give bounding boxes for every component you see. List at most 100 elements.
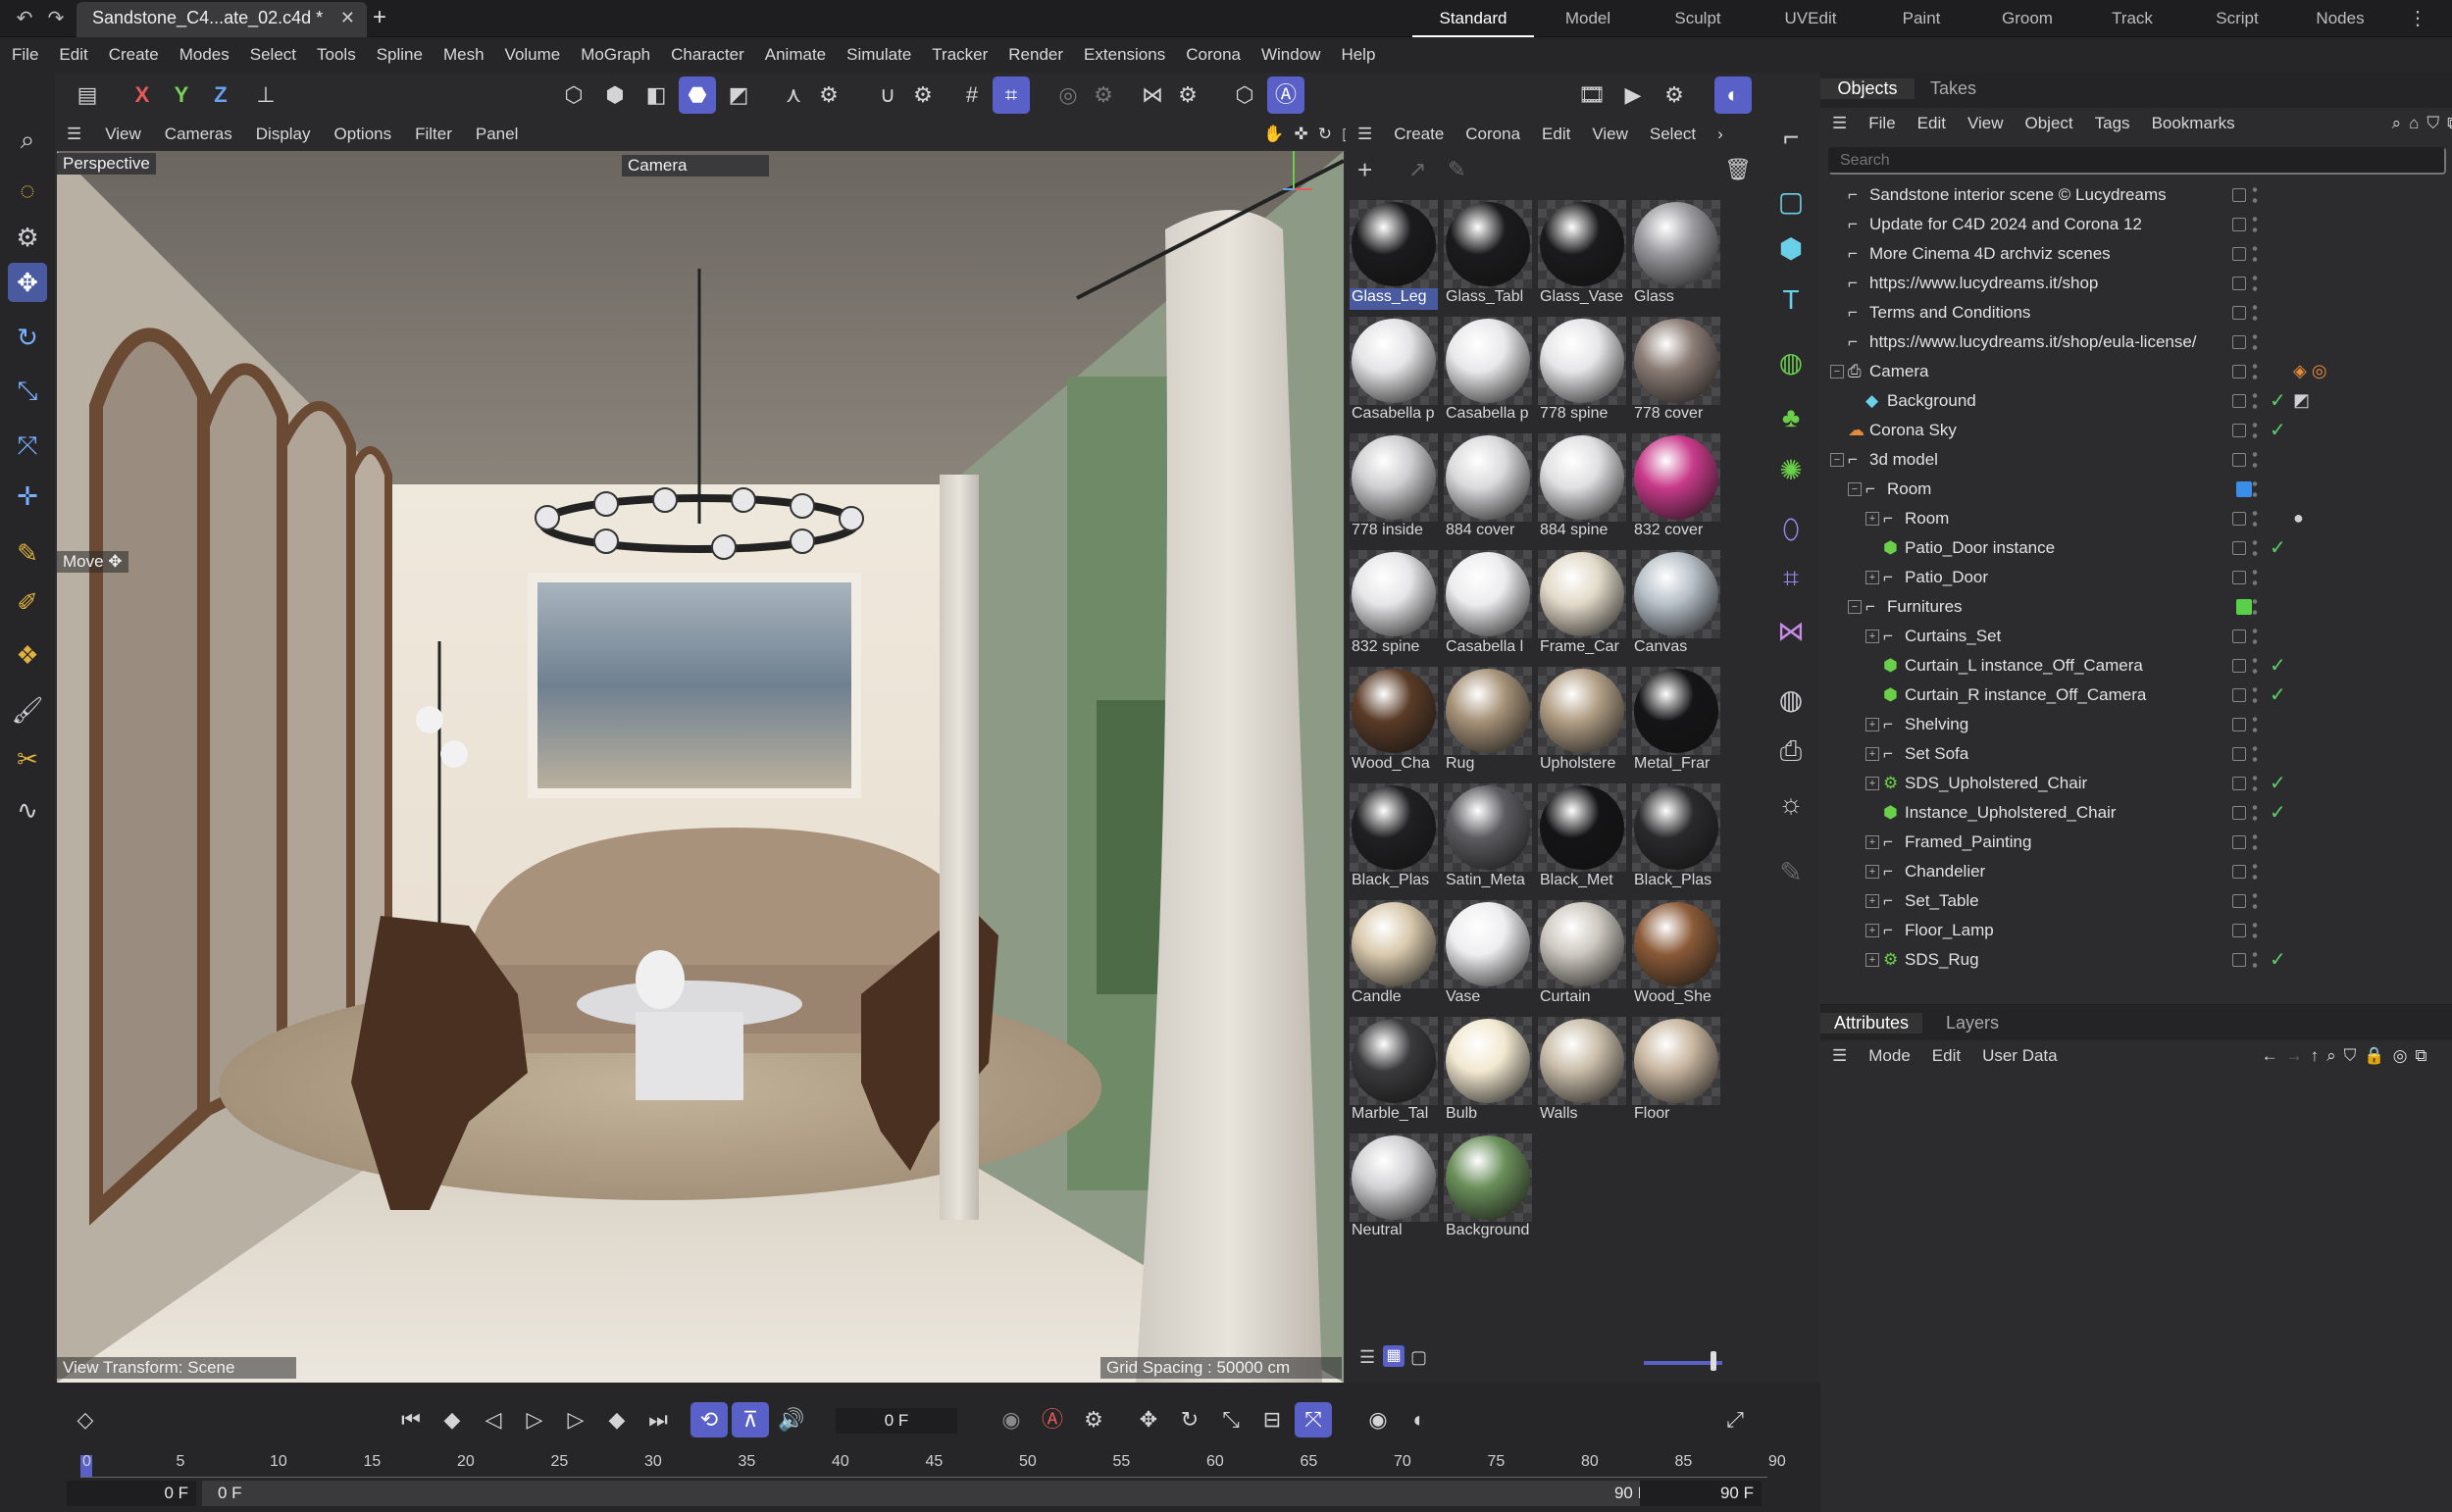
search-icon[interactable]: ⌕ [2326, 1046, 2336, 1066]
coordinate-system-icon[interactable]: ▤ [69, 76, 106, 114]
edit-visibility-checkbox[interactable] [2232, 777, 2246, 790]
material-menu-view[interactable]: View [1592, 125, 1628, 144]
lock-icon[interactable]: 🔒 [2364, 1046, 2384, 1066]
forward-icon[interactable]: → [2286, 1046, 2303, 1066]
material-tag-icon[interactable]: ● [2293, 508, 2304, 529]
menu-simulate[interactable]: Simulate [846, 45, 911, 65]
material-swatch[interactable]: Casabella p [1350, 317, 1438, 427]
menu-window[interactable]: Window [1261, 45, 1320, 65]
pan-icon[interactable]: ✋ [1263, 125, 1284, 144]
visibility-dots[interactable] [2252, 596, 2258, 618]
edit-visibility-checkbox[interactable] [2232, 953, 2246, 967]
material-swatch[interactable]: 884 spine [1538, 433, 1626, 543]
tab-objects[interactable]: Objects [1820, 78, 1915, 99]
effector-icon[interactable]: ✺ [1771, 451, 1811, 490]
material-swatch[interactable]: Wood_Cha [1350, 667, 1438, 777]
mograph-cloner-icon[interactable]: ◍ [1771, 343, 1811, 382]
edit-visibility-checkbox[interactable] [2232, 394, 2246, 408]
material-swatch[interactable]: Casabella p [1444, 317, 1532, 427]
tab-takes[interactable]: Takes [1930, 78, 1976, 99]
previous-frame-icon[interactable]: ◁ [475, 1402, 512, 1437]
render-picture-viewer-icon[interactable]: ▶ [1614, 76, 1652, 114]
environment-icon[interactable]: ◍ [1771, 680, 1811, 720]
material-swatch[interactable]: Glass_Vase [1538, 200, 1626, 310]
object-row[interactable]: ⬢ Patio_Door instance ✓ [1820, 533, 2452, 563]
expand-toggle-icon[interactable]: − [1830, 365, 1844, 378]
expand-toggle-icon[interactable]: − [1848, 482, 1862, 496]
material-swatch[interactable]: Casabella l [1444, 550, 1532, 660]
visibility-dots[interactable] [2252, 861, 2258, 882]
polygons-mode-icon[interactable]: ◧ [638, 76, 675, 114]
polygon-tool-icon[interactable]: ❖ [8, 635, 47, 675]
attribute-menu-user-data[interactable]: User Data [1982, 1046, 2058, 1066]
go-to-end-icon[interactable]: ⏭ [639, 1402, 677, 1437]
soft-selection-icon[interactable]: ◎ [1049, 76, 1087, 114]
material-swatch[interactable]: Floor [1632, 1017, 1720, 1127]
menu-animate[interactable]: Animate [765, 45, 826, 65]
snap-grid-icon[interactable]: ⌗ [993, 76, 1030, 114]
filter-icon[interactable]: ⛉ [2426, 114, 2439, 133]
visibility-dots[interactable] [2252, 684, 2258, 706]
document-tab[interactable]: Sandstone_C4...ate_02.c4d * ✕ [77, 2, 367, 37]
visibility-dots[interactable] [2252, 508, 2258, 529]
tab-layers[interactable]: Layers [1946, 1013, 1999, 1033]
expand-toggle-icon[interactable]: − [1848, 600, 1862, 614]
cube-icon[interactable]: ⬢ [1771, 229, 1811, 269]
list-view-icon[interactable]: ☰ [1359, 1347, 1375, 1368]
key-scale-icon[interactable]: ⤡ [1212, 1402, 1250, 1437]
filter-icon[interactable]: ⛉ [2344, 1046, 2357, 1066]
attribute-menu-edit[interactable]: Edit [1932, 1046, 1961, 1066]
enabled-check-icon[interactable]: ✓ [2270, 800, 2286, 825]
visibility-dots[interactable] [2252, 243, 2258, 265]
cube-outline-icon[interactable]: ▢ [1771, 182, 1811, 222]
loop-icon[interactable]: ⟲ [690, 1402, 728, 1437]
material-swatch[interactable]: Marble_Tal [1350, 1017, 1438, 1127]
material-swatch[interactable]: Bulb [1444, 1017, 1532, 1127]
object-row[interactable]: ◆ Background ✓ ◩ [1820, 386, 2452, 416]
spline-generator-icon[interactable]: ⋈ [1771, 612, 1811, 651]
next-key-icon[interactable]: ◆ [598, 1402, 636, 1437]
attribute-menu-mode[interactable]: Mode [1868, 1046, 1911, 1066]
redo-icon[interactable]: ↷ [43, 6, 69, 31]
menu-corona[interactable]: Corona [1186, 45, 1241, 65]
undo-icon[interactable]: ↶ [12, 6, 37, 31]
spline-pen-icon[interactable]: ✎ [8, 533, 47, 573]
expand-toggle-icon[interactable]: + [1865, 924, 1879, 937]
visibility-dots[interactable] [2252, 655, 2258, 677]
light-icon[interactable]: ☼ [1771, 784, 1811, 824]
scale-tool-icon[interactable]: ⤡ [8, 371, 47, 410]
preview-range-icon[interactable]: ⊼ [732, 1402, 769, 1437]
edit-visibility-checkbox[interactable] [2232, 924, 2246, 937]
key-pla-icon[interactable]: ⤧ [1295, 1402, 1332, 1437]
viewport-menu-display[interactable]: Display [256, 125, 311, 144]
layer-color-swatch[interactable] [2236, 599, 2252, 615]
edit-visibility-checkbox[interactable] [2232, 277, 2246, 290]
render-view-icon[interactable]: 🎞 [1573, 76, 1610, 114]
material-panel-icon[interactable]: ☰ [1357, 125, 1372, 144]
snap-tool-icon[interactable]: ✛ [8, 477, 47, 516]
expand-toggle-icon[interactable]: + [1865, 894, 1879, 908]
uv-mode-icon[interactable]: ◩ [720, 76, 757, 114]
expand-toggle-icon[interactable]: + [1865, 777, 1879, 790]
viewport-menu-options[interactable]: Options [334, 125, 392, 144]
search-icon[interactable]: ⌕ [8, 120, 47, 159]
more-icon[interactable]: ⋮ [2405, 6, 2430, 31]
object-row[interactable]: − ⎙ Camera ◈ ◎ [1820, 357, 2452, 386]
visibility-dots[interactable] [2252, 537, 2258, 559]
visibility-dots[interactable] [2252, 567, 2258, 588]
material-swatch[interactable]: Rug [1444, 667, 1532, 777]
up-icon[interactable]: ↑ [2311, 1046, 2320, 1066]
visibility-dots[interactable] [2252, 390, 2258, 412]
menu-volume[interactable]: Volume [505, 45, 561, 65]
layout-paint[interactable]: Paint [1867, 0, 1975, 37]
material-swatch[interactable]: Glass_Tabl [1444, 200, 1532, 310]
edit-visibility-checkbox[interactable] [2232, 541, 2246, 555]
expand-toggle-icon[interactable]: − [1830, 453, 1844, 467]
add-material-icon[interactable]: + [1357, 155, 1372, 185]
null-object-icon[interactable]: ⌐ [1771, 118, 1811, 157]
axis-settings-icon[interactable]: ⚙ [810, 76, 847, 114]
menu-mesh[interactable]: Mesh [443, 45, 485, 65]
axis-mode-icon[interactable]: ⋏ [775, 76, 812, 114]
next-frame-icon[interactable]: ▷ [557, 1402, 594, 1437]
edit-visibility-checkbox[interactable] [2232, 188, 2246, 202]
